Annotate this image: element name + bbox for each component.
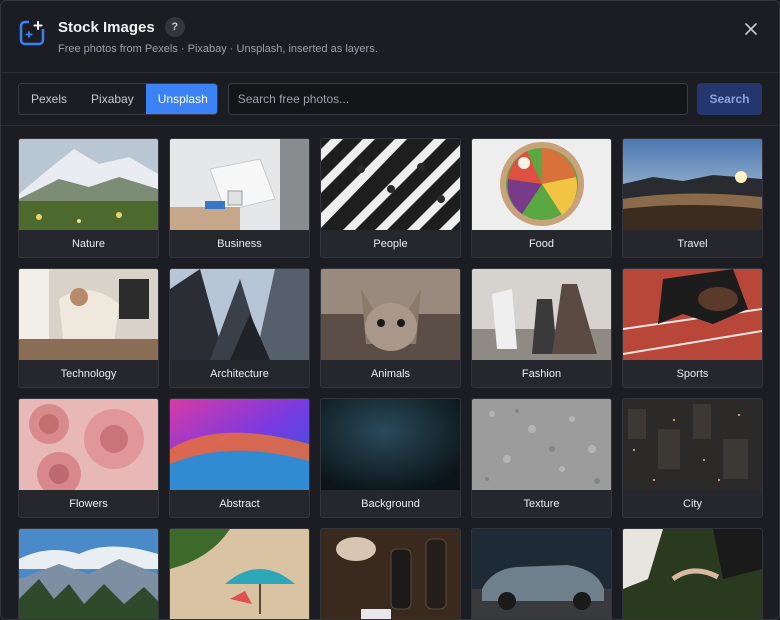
tab-pexels[interactable]: Pexels [19, 84, 80, 114]
category-label: Animals [370, 367, 411, 380]
category-label: People [373, 237, 408, 250]
category-label: Fashion [521, 367, 562, 380]
background-thumbnail [321, 399, 460, 490]
category-card-sports[interactable]: Sports [622, 268, 763, 388]
category-label: City [683, 497, 702, 510]
sports-thumbnail [623, 269, 762, 360]
mountains-thumbnail [19, 529, 158, 619]
dialog-header: Stock Images ? Free photos from Pexels ·… [1, 1, 779, 73]
tab-unsplash[interactable]: Unsplash [145, 84, 217, 114]
category-label: Food [528, 237, 555, 250]
category-label: Sports [676, 367, 709, 380]
category-label: Flowers [69, 497, 108, 510]
category-label: Architecture [210, 367, 269, 380]
animals-thumbnail [321, 269, 460, 360]
business-thumbnail [170, 139, 309, 230]
category-card-wedding[interactable] [622, 528, 763, 619]
travel-thumbnail [623, 139, 762, 230]
category-label: Technology [60, 367, 117, 380]
stock-images-dialog: Stock Images ? Free photos from Pexels ·… [0, 0, 780, 620]
category-label: Texture [523, 497, 560, 510]
category-card-background[interactable]: Background [320, 398, 461, 518]
wedding-thumbnail [623, 529, 762, 619]
category-label: Business [217, 237, 262, 250]
beach-thumbnail [170, 529, 309, 619]
image-plus-icon [19, 20, 45, 46]
category-label: Background [361, 497, 420, 510]
help-button[interactable]: ? [164, 17, 185, 37]
category-card-drinks[interactable] [320, 528, 461, 619]
category-card-fashion[interactable]: Fashion [471, 268, 612, 388]
category-card-flowers[interactable]: Flowers [18, 398, 159, 518]
flowers-thumbnail [19, 399, 158, 490]
category-card-architecture[interactable]: Architecture [169, 268, 310, 388]
category-card-cars[interactable] [471, 528, 612, 619]
nature-thumbnail [19, 139, 158, 230]
abstract-thumbnail [170, 399, 309, 490]
category-card-texture[interactable]: Texture [471, 398, 612, 518]
category-label: Nature [71, 237, 106, 250]
tab-pixabay[interactable]: Pixabay [79, 84, 146, 114]
category-label: Abstract [219, 497, 260, 510]
city-thumbnail [623, 399, 762, 490]
category-card-mountains[interactable] [18, 528, 159, 619]
category-card-nature[interactable]: Nature [18, 138, 159, 258]
category-label: Travel [677, 237, 708, 250]
category-card-beach[interactable] [169, 528, 310, 619]
technology-thumbnail [19, 269, 158, 360]
category-card-business[interactable]: Business [169, 138, 310, 258]
texture-thumbnail [472, 399, 611, 490]
category-grid: Nature Business People Food Travel Techn… [18, 138, 763, 619]
fashion-thumbnail [472, 269, 611, 360]
food-thumbnail [472, 139, 611, 230]
drinks-thumbnail [321, 529, 460, 619]
category-card-abstract[interactable]: Abstract [169, 398, 310, 518]
architecture-thumbnail [170, 269, 309, 360]
dialog-subtitle: Free photos from Pexels · Pixabay · Unsp… [58, 43, 378, 55]
search-button[interactable]: Search [697, 83, 762, 115]
search-toolbar: Pexels Pixabay Unsplash Search [1, 73, 779, 126]
people-thumbnail [321, 139, 460, 230]
category-card-animals[interactable]: Animals [320, 268, 461, 388]
category-card-people[interactable]: People [320, 138, 461, 258]
close-icon[interactable] [743, 21, 759, 37]
search-input[interactable] [227, 83, 688, 115]
category-card-technology[interactable]: Technology [18, 268, 159, 388]
category-card-travel[interactable]: Travel [622, 138, 763, 258]
category-card-city[interactable]: City [622, 398, 763, 518]
category-card-food[interactable]: Food [471, 138, 612, 258]
dialog-title: Stock Images [58, 18, 155, 36]
source-tabs: Pexels Pixabay Unsplash [18, 83, 218, 115]
cars-thumbnail [472, 529, 611, 619]
